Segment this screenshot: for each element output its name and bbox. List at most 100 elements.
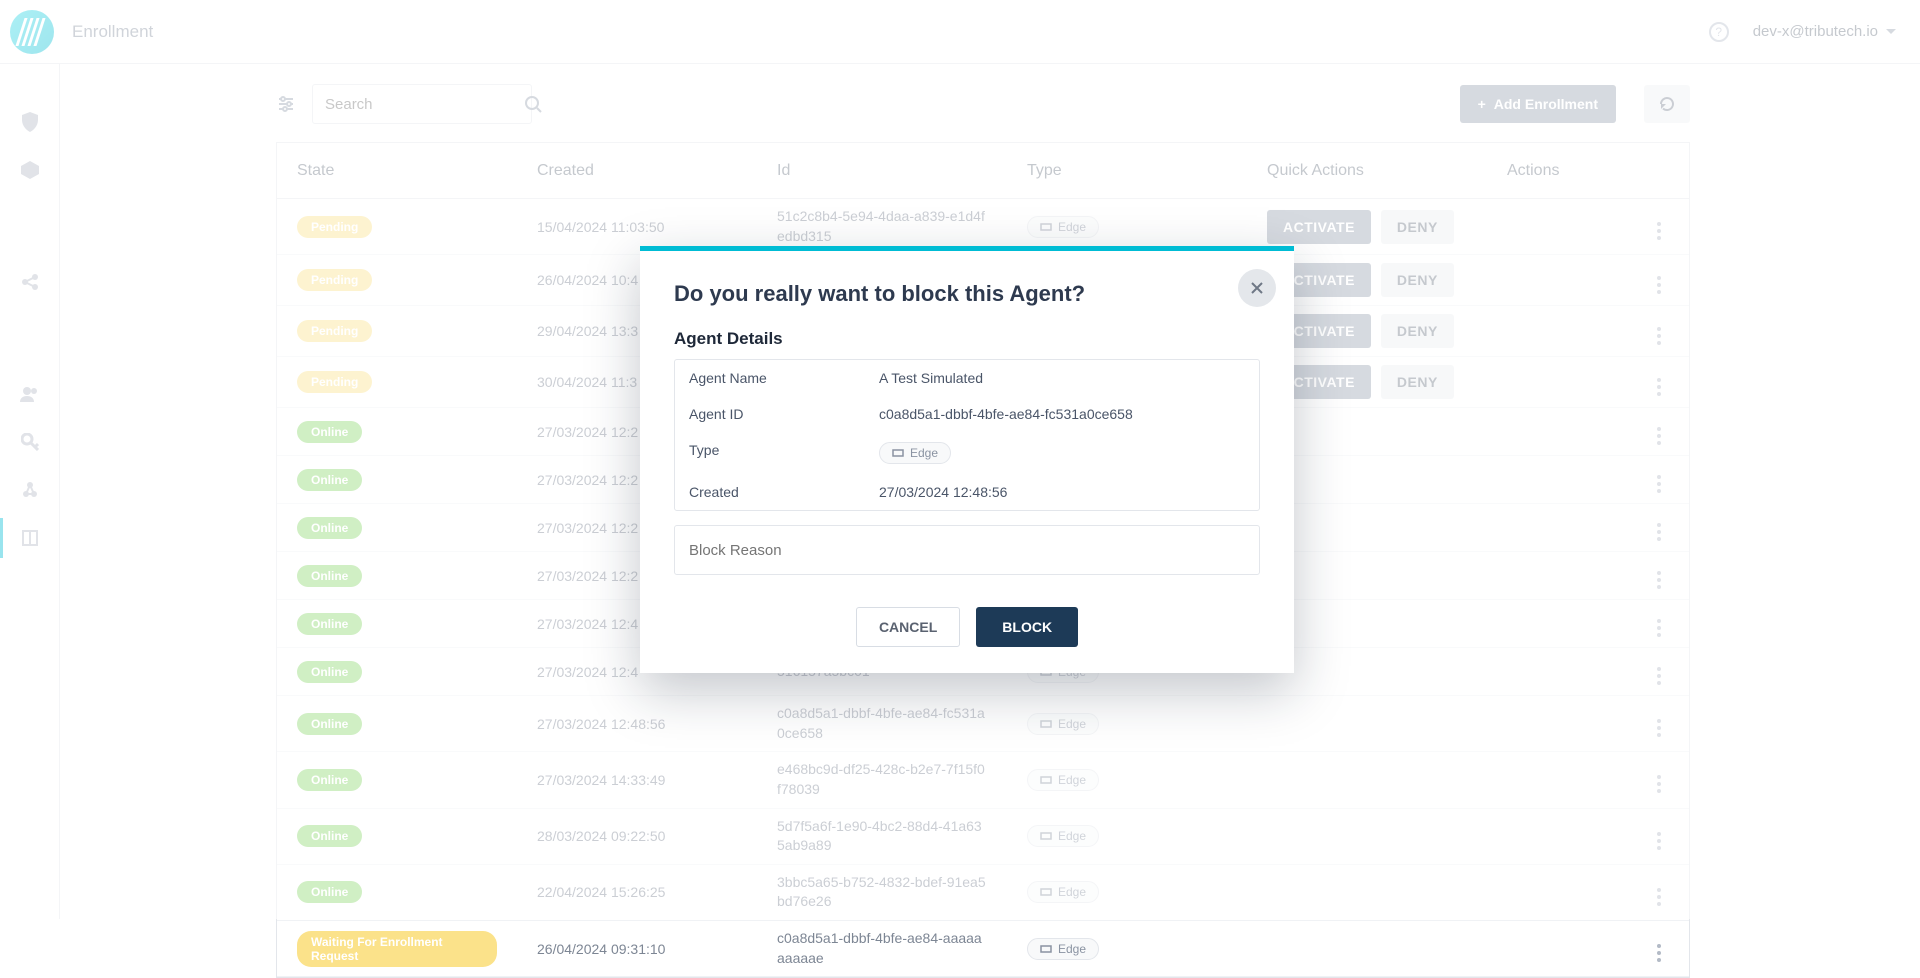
state-badge: Pending (297, 320, 372, 342)
search-icon (524, 95, 542, 113)
row-menu-button[interactable] (1657, 523, 1661, 541)
cube-icon[interactable] (20, 160, 40, 180)
edge-icon (1040, 943, 1052, 955)
edge-icon (1040, 830, 1052, 842)
table-row: Online 27/03/2024 14:33:49e468bc9d-df25-4… (277, 752, 1689, 808)
state-badge: Online (297, 565, 362, 587)
cancel-button[interactable]: CANCEL (856, 607, 960, 647)
type-chip-label: Edge (910, 446, 938, 460)
cell-created: 26/04/2024 09:31:10 (517, 933, 757, 965)
refresh-icon (1658, 95, 1676, 113)
search-input[interactable] (325, 96, 524, 113)
cell-created: 15/04/2024 11:03:50 (517, 211, 757, 243)
cell-id: 3bbc5a65-b752-4832-bdef-91ea5bd76e26 (757, 865, 1007, 920)
state-badge: Pending (297, 269, 372, 291)
state-badge: Pending (297, 216, 372, 238)
edge-icon (1040, 718, 1052, 730)
row-menu-button[interactable] (1657, 475, 1661, 493)
user-menu[interactable]: dev-x@tributech.io (1753, 23, 1896, 40)
close-icon (1250, 281, 1264, 295)
type-chip-label: Edge (1058, 773, 1086, 787)
filter-icon[interactable] (276, 94, 296, 114)
row-menu-button[interactable] (1657, 222, 1661, 240)
state-badge: Online (297, 769, 362, 791)
edge-icon (1040, 221, 1052, 233)
key-icon[interactable] (20, 432, 40, 452)
state-badge: Waiting For Enrollment Request (297, 931, 497, 967)
row-menu-button[interactable] (1657, 327, 1661, 345)
row-menu-button[interactable] (1657, 667, 1661, 685)
left-nav (0, 64, 60, 919)
share-icon[interactable] (20, 272, 40, 292)
col-state: State (277, 162, 517, 180)
deny-button[interactable]: DENY (1381, 263, 1454, 297)
type-chip-label: Edge (1058, 885, 1086, 899)
edge-icon (892, 447, 904, 459)
row-menu-button[interactable] (1657, 276, 1661, 294)
row-menu-button[interactable] (1657, 571, 1661, 589)
app-logo (10, 10, 54, 54)
cell-id: c0a8d5a1-dbbf-4bfe-ae84-fc531a0ce658 (757, 696, 1007, 751)
enrollment-icon[interactable] (20, 528, 40, 548)
row-menu-button[interactable] (1657, 378, 1661, 396)
row-menu-button[interactable] (1657, 619, 1661, 637)
row-menu-button[interactable] (1657, 944, 1661, 962)
topbar: Enrollment ? dev-x@tributech.io (0, 0, 1920, 64)
row-menu-button[interactable] (1657, 719, 1661, 737)
cell-id: e468bc9d-df25-428c-b2e7-7f15f0f78039 (757, 752, 1007, 807)
state-badge: Online (297, 613, 362, 635)
col-created: Created (517, 162, 757, 180)
type-chip-label: Edge (1058, 717, 1086, 731)
help-icon[interactable]: ? (1709, 22, 1729, 42)
edge-icon (1040, 774, 1052, 786)
type-chip: Edge (1027, 825, 1099, 847)
toolbar: + Add Enrollment (276, 84, 1690, 124)
add-enrollment-button[interactable]: + Add Enrollment (1460, 85, 1616, 123)
type-chip: Edge (1027, 769, 1099, 791)
row-menu-button[interactable] (1657, 775, 1661, 793)
cell-created: 27/03/2024 12:48:56 (517, 708, 757, 740)
type-chip-label: Edge (1058, 829, 1086, 843)
users-icon[interactable] (20, 384, 40, 404)
row-menu-button[interactable] (1657, 427, 1661, 445)
search-box (312, 84, 532, 124)
type-chip: Edge (1027, 713, 1099, 735)
table-row: Online 22/04/2024 15:26:253bbc5a65-b752-4… (277, 865, 1689, 921)
modal-title: Do you really want to block this Agent? (674, 281, 1260, 307)
state-badge: Online (297, 469, 362, 491)
detail-name-key: Agent Name (689, 370, 879, 386)
detail-id-value: c0a8d5a1-dbbf-4bfe-ae84-fc531a0ce658 (879, 406, 1245, 422)
cell-id: c0a8d5a1-dbbf-4bfe-ae84-aaaaaaaaaae (757, 921, 1007, 976)
webhook-icon[interactable] (20, 480, 40, 500)
modal-subtitle: Agent Details (674, 329, 1260, 349)
edge-icon (1040, 886, 1052, 898)
shield-icon[interactable] (20, 112, 40, 132)
cell-created: 27/03/2024 14:33:49 (517, 764, 757, 796)
detail-type-key: Type (689, 442, 879, 464)
deny-button[interactable]: DENY (1381, 210, 1454, 244)
detail-created-value: 27/03/2024 12:48:56 (879, 484, 1245, 500)
plus-icon: + (1478, 96, 1486, 112)
activate-button[interactable]: ACTIVATE (1267, 210, 1371, 244)
deny-button[interactable]: DENY (1381, 314, 1454, 348)
block-button[interactable]: BLOCK (976, 607, 1078, 647)
table-row: Online28/03/2024 09:22:505d7f5a6f-1e90-4… (277, 809, 1689, 865)
type-chip: Edge (1027, 938, 1099, 960)
table-row: Waiting For Enrollment Request 26/04/2024… (277, 921, 1689, 977)
deny-button[interactable]: DENY (1381, 365, 1454, 399)
table-header: State Created Id Type Quick Actions Acti… (277, 143, 1689, 199)
type-chip: Edge (1027, 881, 1099, 903)
row-menu-button[interactable] (1657, 888, 1661, 906)
modal-close-button[interactable] (1238, 269, 1276, 307)
row-menu-button[interactable] (1657, 832, 1661, 850)
state-badge: Online (297, 517, 362, 539)
block-agent-modal: Do you really want to block this Agent? … (640, 246, 1294, 673)
col-type: Type (1007, 162, 1247, 180)
state-badge: Online (297, 881, 362, 903)
col-actions: Actions (1487, 162, 1689, 180)
block-reason-input[interactable] (674, 525, 1260, 575)
state-badge: Online (297, 825, 362, 847)
refresh-button[interactable] (1644, 85, 1690, 123)
add-enrollment-label: Add Enrollment (1494, 96, 1598, 112)
cell-created: 22/04/2024 15:26:25 (517, 876, 757, 908)
